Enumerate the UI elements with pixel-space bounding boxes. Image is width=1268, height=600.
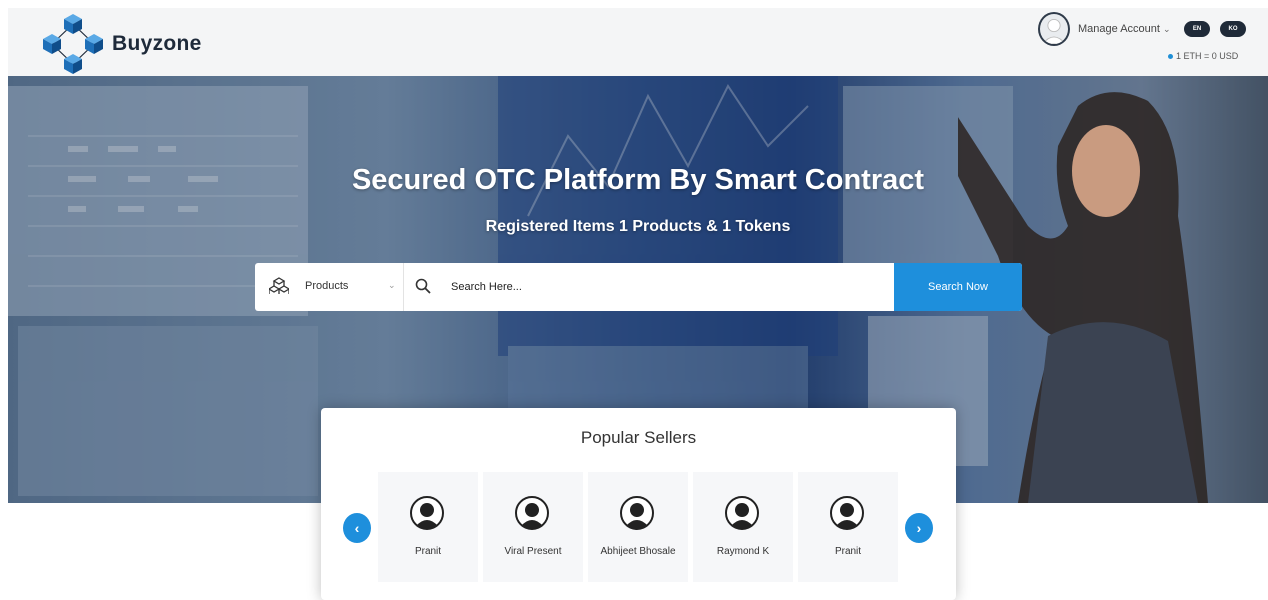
seller-card[interactable]: Raymond K [693,472,793,582]
lang-en-button[interactable]: EN [1184,21,1210,37]
search-bar: Products ⌄ Search Now [255,263,1022,311]
manage-account-link[interactable]: Manage Account [1078,23,1160,35]
seller-name: Pranit [414,546,442,557]
popular-sellers-title: Popular Sellers [580,428,697,447]
logo[interactable]: Buyzone [40,12,202,76]
carousel-prev-button[interactable]: ‹ [343,513,371,543]
top-header: Buyzone Manage Account ⌄ EN KO 1 ETH = 0… [8,8,1268,76]
seller-name: Pranit [834,546,862,557]
seller-avatar-icon [830,496,864,530]
search-icon [415,278,431,294]
chevron-down-icon[interactable]: ⌄ [388,280,396,291]
seller-name: Viral Present [504,546,562,557]
seller-name: Raymond K [716,546,770,557]
seller-avatar-icon [620,496,654,530]
search-now-button[interactable]: Search Now [894,263,1022,311]
status-dot-icon [1168,54,1173,60]
user-avatar[interactable] [1038,12,1070,46]
seller-card[interactable]: Abhijeet Bhosale [588,472,688,582]
account-area: Manage Account ⌄ EN KO 1 ETH = 0 USD [1038,10,1258,70]
chevron-down-icon[interactable]: ⌄ [1163,24,1171,35]
divider [403,263,404,311]
lang-ko-button[interactable]: KO [1220,21,1246,37]
seller-name: Abhijeet Bhosale [600,546,676,557]
seller-card[interactable]: Viral Present [483,472,583,582]
eth-rate-text: 1 ETH = 0 USD [1176,51,1239,61]
brand-name: Buyzone [112,32,202,55]
user-icon [1041,18,1067,44]
hero-title: Secured OTC Platform By Smart Contract [351,164,925,196]
seller-card[interactable]: Pranit [798,472,898,582]
eth-rate: 1 ETH = 0 USD [1168,51,1238,61]
seller-avatar-icon [515,496,549,530]
search-input[interactable] [451,278,881,296]
category-select[interactable]: Products [305,280,348,292]
seller-card[interactable]: Pranit [378,472,478,582]
cube-network-icon [43,14,103,74]
category-icon [269,277,289,294]
seller-avatar-icon [410,496,444,530]
carousel-next-button[interactable]: › [905,513,933,543]
popular-sellers-card: Popular Sellers Pranit Viral Present Abh… [321,408,956,600]
hero-subtitle: Registered Items 1 Products & 1 Tokens [485,218,791,235]
seller-avatar-icon [725,496,759,530]
